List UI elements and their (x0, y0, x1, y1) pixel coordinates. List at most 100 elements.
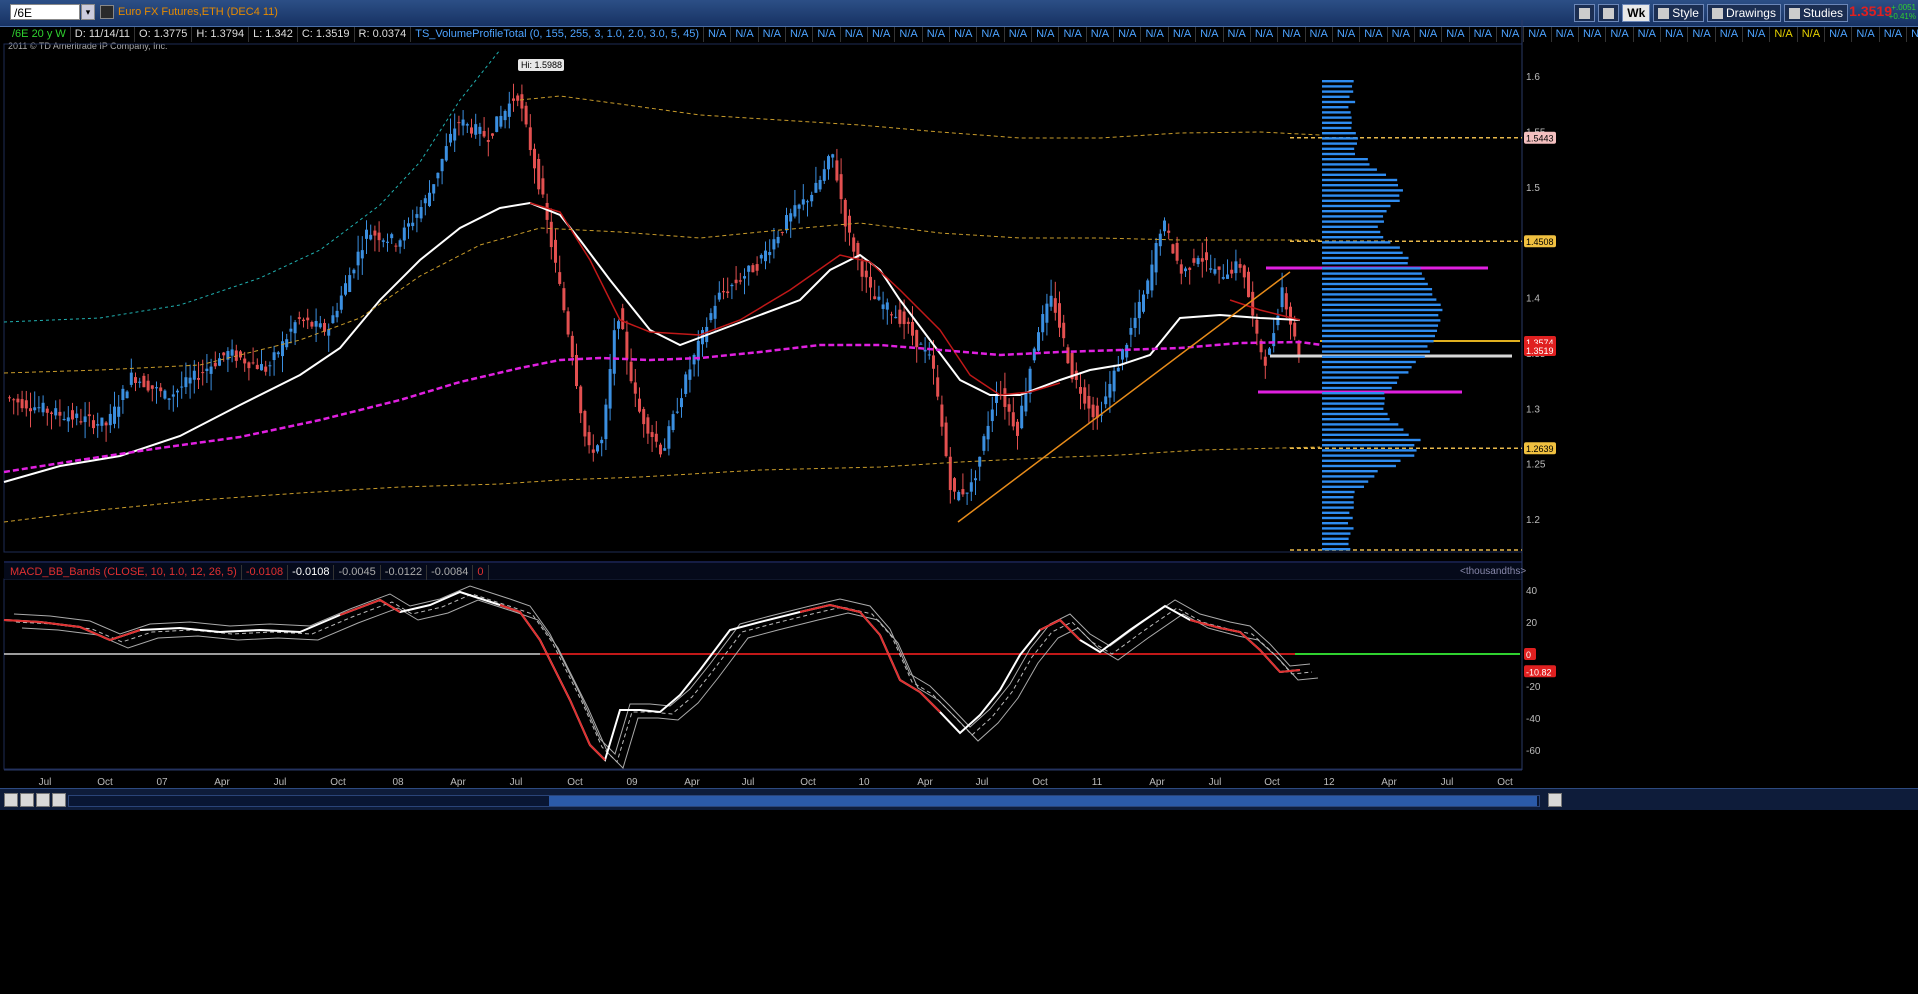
price-tag-label: 1.4508 (1526, 237, 1554, 247)
candle-down (533, 148, 536, 169)
volume-profile-bar (1322, 303, 1441, 306)
candle-down (243, 358, 247, 364)
candle-up (1108, 383, 1112, 398)
candle-down (839, 174, 843, 200)
time-scrollbar[interactable] (68, 795, 1540, 807)
candle-up (96, 424, 100, 426)
candle-down (1263, 356, 1267, 366)
candle-up (432, 184, 436, 194)
volume-profile-bar (1322, 293, 1433, 296)
candle-down (1205, 252, 1208, 261)
volume-profile-bar (1322, 371, 1409, 374)
volume-profile-bar (1322, 80, 1354, 83)
candle-up (600, 439, 604, 444)
candle-down (71, 410, 74, 420)
candle-up (398, 240, 402, 247)
volume-profile-bar (1322, 314, 1439, 317)
x-axis-label: Apr (917, 777, 933, 788)
x-axis-label: Apr (1381, 777, 1397, 788)
volume-profile-bar (1322, 194, 1400, 197)
candle-down (961, 489, 965, 495)
price-chart[interactable]: 1.61.551.51.451.41.351.31.251.2Hi: 1.598… (0, 0, 1918, 994)
candle-up (1133, 317, 1137, 328)
candle-up (331, 315, 335, 324)
volume-profile-bar (1322, 402, 1385, 405)
volume-profile-bar (1322, 428, 1404, 431)
candle-down (1091, 404, 1095, 418)
candle-down (197, 378, 200, 380)
candle-up (188, 377, 192, 384)
candle-down (642, 409, 646, 425)
scroll-right-icon[interactable] (1548, 793, 1562, 807)
x-axis-label: Jul (510, 777, 523, 788)
candle-down (1192, 258, 1196, 263)
candle-up (1037, 332, 1040, 351)
macd-line-falling (799, 603, 941, 713)
macd-study-label[interactable]: MACD_BB_Bands (CLOSE, 10, 1.0, 12, 26, 5… (6, 565, 242, 580)
candle-down (852, 237, 856, 252)
volume-profile-bar (1322, 319, 1441, 322)
candle-up (885, 302, 889, 310)
volume-profile-bar (1322, 308, 1443, 312)
candle-up (83, 416, 87, 423)
candle-down (587, 432, 591, 446)
volume-profile-bar (1322, 85, 1353, 88)
price-tag-label: 1.2639 (1526, 444, 1554, 454)
candle-up (822, 169, 826, 181)
volume-profile-bar (1322, 246, 1400, 249)
candle-down (944, 422, 948, 457)
candle-down (940, 404, 944, 427)
candle-up (1196, 258, 1200, 265)
candle-down (150, 385, 154, 389)
grid-icon[interactable] (4, 793, 18, 807)
candle-down (255, 364, 259, 370)
volume-profile-bar (1322, 230, 1381, 234)
volume-profile-bar (1322, 272, 1422, 275)
candle-up (965, 492, 969, 494)
candle-up (402, 227, 406, 241)
candle-down (755, 264, 759, 271)
candle-down (1016, 421, 1019, 436)
candle-up (461, 119, 465, 126)
candle-up (344, 283, 347, 295)
candle-up (327, 329, 331, 336)
volume-profile-bar (1322, 496, 1354, 499)
candle-up (759, 254, 763, 259)
volume-profile-bar (1322, 126, 1352, 130)
scroll-thumb[interactable] (549, 796, 1537, 806)
candle-down (142, 375, 146, 388)
candle-down (79, 421, 83, 423)
candle-up (1146, 280, 1150, 294)
draw-line-icon[interactable] (52, 793, 66, 807)
candle-down (264, 366, 268, 372)
volume-profile-bar (1322, 178, 1398, 182)
candle-up (75, 413, 79, 418)
candle-down (24, 400, 28, 409)
macd-value: -0.0122 (381, 565, 428, 580)
volume-profile-bar (1322, 542, 1349, 546)
candle-down (541, 178, 545, 195)
candle-down (159, 387, 163, 392)
ma-mid-line (529, 202, 1061, 396)
candle-up (318, 323, 322, 328)
settings-icon[interactable] (20, 793, 34, 807)
candle-up (1221, 277, 1225, 279)
candle-up (814, 182, 818, 193)
x-axis-label: Jul (742, 777, 755, 788)
candle-up (675, 411, 679, 413)
candle-up (465, 124, 469, 126)
candle-down (625, 331, 629, 360)
volume-profile-bar (1322, 386, 1392, 390)
candle-up (260, 364, 263, 371)
candle-down (1062, 322, 1066, 339)
candle-down (1003, 388, 1007, 407)
volume-profile-bar (1322, 106, 1349, 109)
volume-profile-bar (1322, 282, 1428, 286)
high-price-label: Hi: 1.5988 (521, 60, 562, 70)
candle-up (499, 115, 503, 127)
candle-down (222, 352, 226, 356)
refresh-icon[interactable] (36, 793, 50, 807)
candle-down (843, 199, 847, 227)
candle-up (713, 305, 717, 319)
candle-down (659, 444, 662, 455)
